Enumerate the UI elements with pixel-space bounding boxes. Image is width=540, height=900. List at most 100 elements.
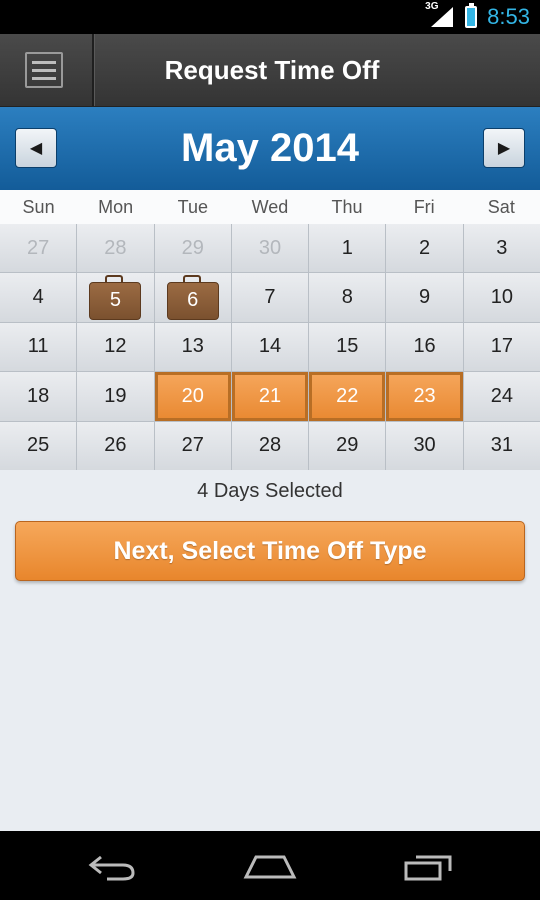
- calendar-day[interactable]: 18: [0, 372, 77, 421]
- month-title: May 2014: [181, 126, 359, 170]
- weekday-label: Thu: [331, 197, 363, 217]
- calendar-day[interactable]: 28: [231, 421, 309, 470]
- status-time: 8:53: [487, 4, 530, 29]
- day-number: 29: [181, 236, 204, 259]
- back-icon: [88, 855, 135, 880]
- calendar-day[interactable]: 29: [309, 421, 386, 470]
- status-bar: 3G 8:53: [0, 0, 540, 34]
- calendar-day[interactable]: 26: [77, 421, 154, 470]
- weekday-label: Sat: [487, 197, 515, 217]
- signal-icon: 3G: [425, 1, 455, 29]
- calendar-day-outside-month[interactable]: 30: [231, 224, 309, 273]
- menu-icon: [25, 52, 63, 88]
- calendar-day[interactable]: 1: [309, 224, 386, 273]
- calendar-day-booked[interactable]: 6: [154, 273, 231, 322]
- day-number: 30: [258, 236, 282, 259]
- day-number: 2: [419, 236, 431, 259]
- menu-button[interactable]: [0, 34, 94, 106]
- calendar-day-selected[interactable]: 21: [231, 372, 309, 421]
- day-number: 23: [413, 384, 436, 407]
- back-button[interactable]: [52, 831, 172, 900]
- day-number: 5: [109, 289, 121, 312]
- day-number: 19: [104, 384, 127, 407]
- day-number: 28: [258, 434, 282, 457]
- day-number: 21: [258, 384, 282, 407]
- day-number: 9: [419, 286, 431, 309]
- weekday-label: Fri: [413, 197, 435, 217]
- calendar-day[interactable]: 31: [463, 421, 540, 470]
- calendar-day-outside-month[interactable]: 29: [154, 224, 231, 273]
- weekday-label: Tue: [177, 197, 208, 217]
- calendar-day[interactable]: 2: [386, 224, 463, 273]
- briefcase-icon: 6: [166, 274, 219, 320]
- calendar-day[interactable]: 30: [386, 421, 463, 470]
- day-number: 3: [496, 236, 508, 259]
- day-number: 30: [413, 434, 436, 457]
- day-number: 18: [27, 384, 50, 407]
- weekday-label: Sun: [22, 197, 55, 217]
- day-number: 11: [27, 335, 49, 358]
- calendar-day-outside-month[interactable]: 27: [0, 224, 77, 273]
- day-number: 29: [336, 434, 359, 457]
- calendar-day[interactable]: 17: [463, 322, 540, 372]
- day-number: 15: [336, 335, 359, 358]
- app-header: Request Time Off: [0, 34, 540, 107]
- prev-month-button[interactable]: ◀: [15, 128, 57, 168]
- calendar-day[interactable]: 12: [77, 322, 154, 372]
- calendar-day[interactable]: 24: [463, 372, 540, 421]
- calendar-day-selected[interactable]: 23: [386, 372, 463, 421]
- battery-charging-icon: [465, 3, 478, 28]
- day-number: 24: [490, 384, 513, 407]
- calendar-day[interactable]: 25: [0, 421, 77, 470]
- calendar-day[interactable]: 14: [231, 322, 309, 372]
- weekday-label: Wed: [251, 197, 289, 217]
- network-type: 3G: [425, 1, 439, 12]
- calendar-day[interactable]: 3: [463, 224, 540, 273]
- day-number: 4: [32, 286, 44, 309]
- system-nav-bar: [0, 831, 540, 900]
- weekday-header: Sun Mon Tue Wed Thu Fri Sat: [0, 190, 540, 224]
- calendar-day[interactable]: 9: [386, 273, 463, 322]
- day-number: 14: [258, 335, 282, 358]
- calendar-day[interactable]: 13: [154, 322, 231, 372]
- day-number: 22: [336, 384, 359, 407]
- home-button[interactable]: [210, 831, 330, 900]
- day-number: 27: [181, 434, 204, 457]
- calendar-day[interactable]: 11: [0, 322, 77, 372]
- home-icon: [243, 855, 297, 878]
- weekday-label: Mon: [98, 197, 134, 217]
- selection-summary: 4 Days Selected: [197, 480, 343, 502]
- day-number: 16: [413, 335, 436, 358]
- day-number: 28: [104, 236, 127, 259]
- calendar-grid: 27 28 29 30 1 2 3 4 5 6 7 8 9 10 11 12 13 14 15 16 17 18 19 20 2…: [0, 224, 540, 470]
- chevron-right-icon: ▶: [497, 140, 511, 157]
- day-number: 26: [104, 434, 127, 457]
- calendar-day[interactable]: 16: [386, 322, 463, 372]
- next-month-button[interactable]: ▶: [483, 128, 525, 168]
- calendar-day[interactable]: 8: [309, 273, 386, 322]
- calendar-day[interactable]: 19: [77, 372, 154, 421]
- calendar-day-outside-month[interactable]: 28: [77, 224, 154, 273]
- month-header: May 2014 ◀ ▶: [0, 107, 540, 190]
- page-title: Request Time Off: [164, 55, 380, 85]
- calendar-day[interactable]: 15: [309, 322, 386, 372]
- calendar-day[interactable]: 7: [231, 273, 309, 322]
- calendar-day[interactable]: 10: [463, 273, 540, 322]
- next-select-time-off-type-button[interactable]: Next, Select Time Off Type: [15, 521, 525, 581]
- recent-apps-button[interactable]: [368, 831, 488, 900]
- day-number: 12: [104, 335, 127, 358]
- day-number: 7: [264, 286, 276, 309]
- day-number: 20: [181, 384, 204, 407]
- calendar-day-selected[interactable]: 22: [309, 372, 386, 421]
- calendar-day-booked[interactable]: 5: [77, 273, 154, 322]
- calendar-day[interactable]: 27: [154, 421, 231, 470]
- day-number: 6: [187, 289, 199, 312]
- calendar-day-selected[interactable]: 20: [154, 372, 231, 421]
- day-number: 8: [341, 286, 353, 309]
- day-number: 13: [181, 335, 204, 358]
- day-number: 27: [27, 236, 50, 259]
- day-number: 31: [490, 434, 513, 457]
- day-number: 1: [341, 236, 353, 259]
- chevron-left-icon: ◀: [29, 140, 43, 157]
- calendar-day[interactable]: 4: [0, 273, 77, 322]
